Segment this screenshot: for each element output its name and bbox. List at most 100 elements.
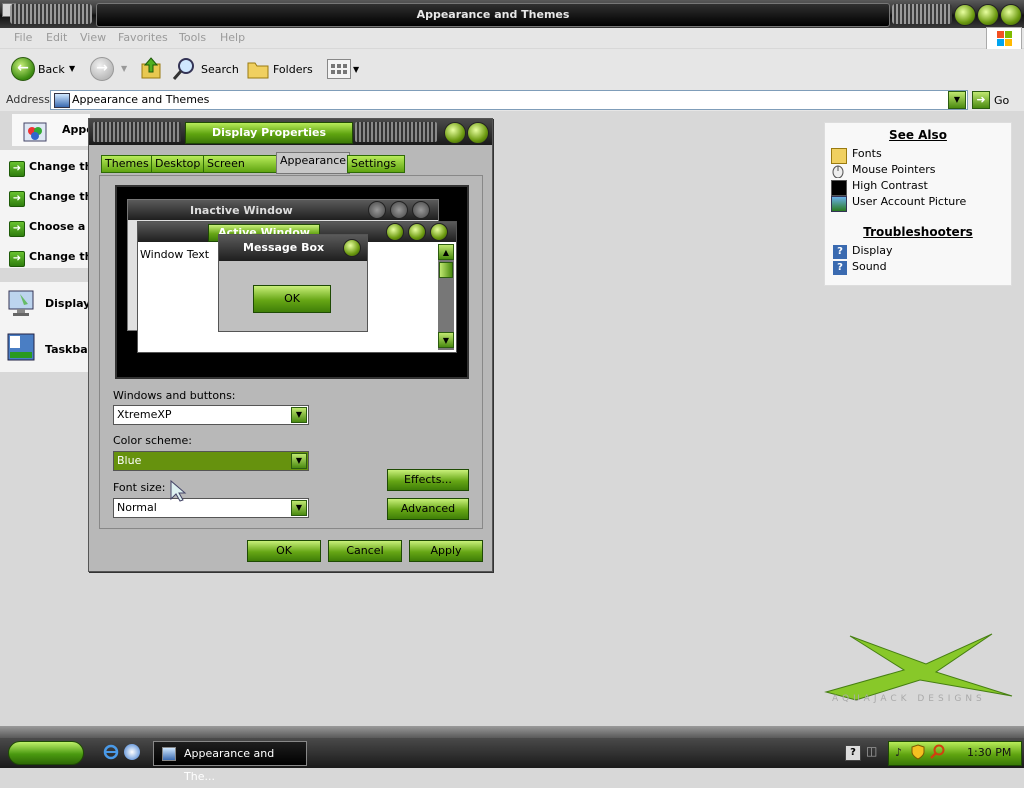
forward-arrow-icon[interactable]: → [90,57,114,81]
font-size-select[interactable]: Normal ▼ [113,498,309,518]
menu-file[interactable]: File [14,31,32,44]
chevron-down-icon[interactable]: ▼ [291,453,307,469]
font-size-label: Font size: [113,481,166,494]
windows-buttons-value: XtremeXP [117,408,172,421]
volume-icon[interactable]: ♪ [895,746,907,760]
menu-tools[interactable]: Tools [179,31,206,44]
taskbar-start-menu-icon[interactable] [6,332,38,364]
folders-button-label[interactable]: Folders [273,63,313,76]
quick-launch-icon[interactable] [124,744,140,760]
taskbar-item-label[interactable]: Taskbar [45,343,93,356]
tab-desktop[interactable]: Desktop [151,155,205,173]
network-tray-icon[interactable]: ◫ [866,744,880,758]
title-grill-left [10,4,92,24]
inactive-min-icon [368,201,386,219]
views-dropdown-icon[interactable]: ▼ [353,65,359,74]
user-picture-icon [831,196,847,212]
troubleshooter-link[interactable]: Sound [852,260,887,273]
taskbar-edge [0,726,1024,738]
menu-help[interactable]: Help [220,31,245,44]
apply-button[interactable]: Apply [409,540,483,562]
cancel-button[interactable]: Cancel [328,540,402,562]
advanced-button[interactable]: Advanced [387,498,469,520]
appearance-preview: Inactive Window Active Window Window Tex… [115,185,469,379]
up-folder-icon[interactable] [140,56,162,80]
windows-buttons-select[interactable]: XtremeXP ▼ [113,405,309,425]
watermark-text: AQUAJACK DESIGNS [832,694,986,704]
message-box-title: Message Box [243,241,325,254]
window-text-sample: Window Text [140,248,210,261]
arrow-right-icon: ➜ [9,191,25,207]
chevron-down-icon[interactable]: ▼ [291,500,307,516]
display-properties-dialog: Display Properties Themes Desktop Screen… [88,118,493,572]
shield-icon[interactable] [911,744,925,760]
arrow-right-icon: ➜ [9,221,25,237]
troubleshooter-link[interactable]: Display [852,244,893,257]
task-item-label[interactable]: Choose a s [29,220,96,233]
effects-button[interactable]: Effects... [387,469,469,491]
go-arrow-icon[interactable]: ➜ [972,91,990,109]
see-also-link[interactable]: Mouse Pointers [852,163,936,176]
tab-appearance[interactable]: Appearance [276,152,350,174]
magnifier-tray-icon[interactable] [929,744,945,760]
address-dropdown-icon[interactable]: ▼ [948,91,966,109]
see-also-link[interactable]: User Account Picture [852,195,966,208]
dialog-close-button[interactable] [467,122,489,144]
help-icon: ? [833,245,847,259]
display-icon[interactable] [6,288,38,318]
menu-edit[interactable]: Edit [46,31,67,44]
tab-themes[interactable]: Themes [101,155,153,173]
mouse-cursor-icon [169,479,187,503]
search-button-label[interactable]: Search [201,63,239,76]
control-panel-icon [162,747,176,761]
message-box-close-icon [343,239,361,257]
tab-settings[interactable]: Settings [347,155,405,173]
clock: 1:30 PM [967,746,1012,759]
window-title: Appearance and Themes [96,3,890,27]
scroll-up-icon: ▲ [438,244,454,260]
folders-icon[interactable] [246,58,270,80]
back-button-label[interactable]: Back [38,63,65,76]
control-panel-icon [54,93,70,108]
internet-explorer-icon[interactable] [103,744,119,760]
active-close-icon [430,223,448,241]
task-item-label[interactable]: Change th [29,250,92,263]
scroll-down-icon: ▼ [438,332,454,348]
tab-screen-saver[interactable]: Screen Saver [203,155,279,186]
see-also-link[interactable]: Fonts [852,147,882,160]
active-max-icon [408,223,426,241]
see-also-link[interactable]: High Contrast [852,179,928,192]
taskbar-window-button[interactable]: Appearance and The... [153,741,307,783]
back-arrow-icon[interactable]: ← [11,57,35,81]
address-value: Appearance and Themes [72,93,210,106]
views-icon[interactable] [327,59,351,79]
task-item-label[interactable]: Change th [29,160,92,173]
maximize-button[interactable] [977,4,999,26]
help-icon: ? [833,261,847,275]
chevron-down-icon[interactable]: ▼ [291,407,307,423]
color-scheme-label: Color scheme: [113,434,192,447]
forward-dropdown-icon[interactable]: ▼ [121,64,127,73]
dialog-grill-left [93,122,181,142]
minimize-button[interactable] [954,4,976,26]
task-item-label[interactable]: Change th [29,190,92,203]
mouse-icon [831,164,845,179]
dialog-help-button[interactable] [444,122,466,144]
menu-favorites[interactable]: Favorites [118,31,168,44]
display-item-label[interactable]: Display [45,297,90,310]
back-dropdown-icon[interactable]: ▼ [69,64,75,73]
see-also-panel: See Also Fonts Mouse Pointers High Contr… [824,122,1012,286]
inactive-close-icon [412,201,430,219]
ok-button[interactable]: OK [247,540,321,562]
go-button-label[interactable]: Go [994,94,1009,107]
address-field[interactable]: Appearance and Themes [50,90,968,110]
start-button[interactable] [8,741,84,765]
inactive-max-icon [390,201,408,219]
close-button[interactable] [1000,4,1022,26]
category-header: Appe [12,114,94,146]
color-scheme-select[interactable]: Blue ▼ [113,451,309,471]
menu-view[interactable]: View [80,31,106,44]
search-icon[interactable] [172,57,196,81]
appearance-themes-icon [20,117,52,145]
help-tray-icon[interactable]: ? [845,745,861,761]
